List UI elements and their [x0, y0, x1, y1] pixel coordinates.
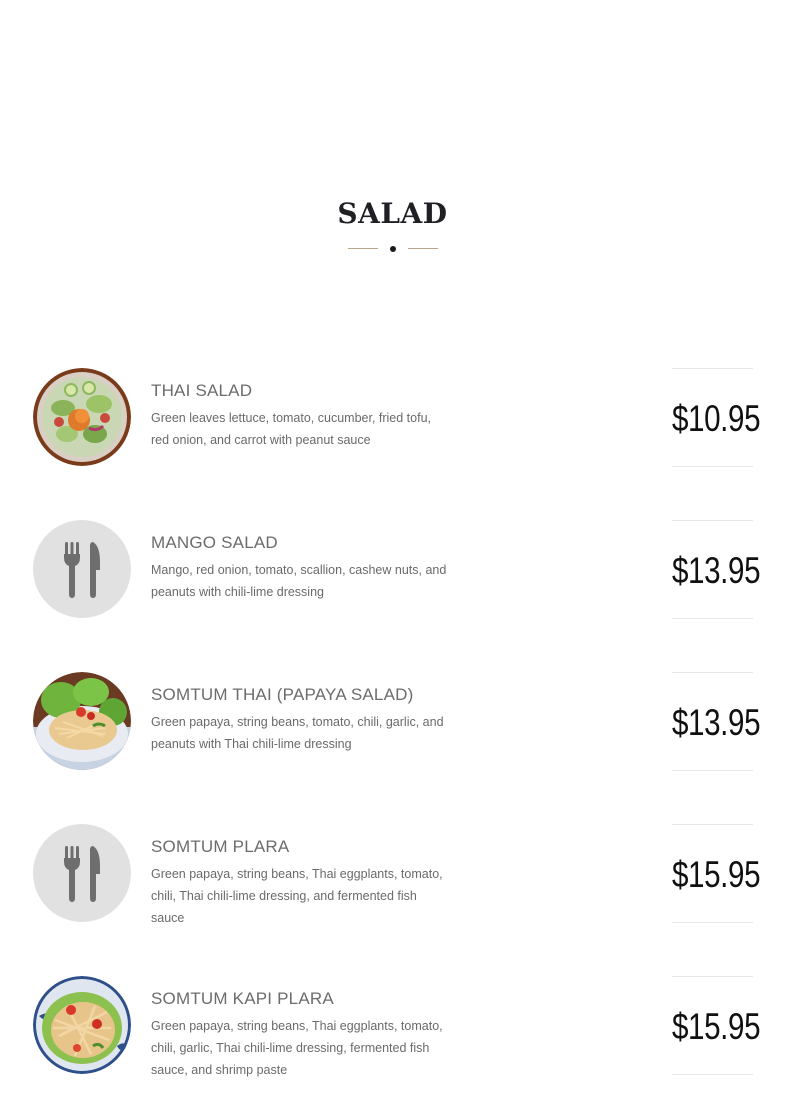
price-divider-top — [672, 824, 753, 825]
menu-item-somtum-plara[interactable]: SOMTUM PLARA Green papaya, string beans,… — [0, 824, 785, 925]
price-divider-bottom — [672, 618, 753, 619]
papaya-salad-photo — [33, 672, 131, 770]
somtum-kapi-photo — [33, 976, 131, 1074]
section-title: SALAD — [337, 197, 448, 230]
thai-salad-photo — [33, 368, 131, 466]
item-description: Green papaya, string beans, Thai eggplan… — [151, 867, 443, 925]
price-divider-bottom — [672, 1074, 753, 1075]
price-divider-top — [672, 976, 753, 977]
item-price: $15.95 — [672, 854, 761, 895]
item-price: $13.95 — [672, 702, 761, 743]
menu-item-somtum-thai[interactable]: SOMTUM THAI (PAPAYA SALAD) Green papaya,… — [0, 672, 785, 772]
item-price: $10.95 — [672, 398, 761, 439]
menu-item-somtum-kapi-plara[interactable]: SOMTUM KAPI PLARA Green papaya, string b… — [0, 976, 785, 1077]
item-name: SOMTUM KAPI PLARA — [151, 989, 334, 1008]
item-name: MANGO SALAD — [151, 533, 278, 552]
item-description: Green leaves lettuce, tomato, cucumber, … — [151, 411, 432, 447]
item-name: THAI SALAD — [151, 381, 253, 400]
menu-item-thai-salad[interactable]: THAI SALAD Green leaves lettuce, tomato,… — [0, 368, 785, 468]
price-divider-bottom — [672, 466, 753, 467]
price-divider-bottom — [672, 770, 753, 771]
item-price: $13.95 — [672, 550, 761, 591]
item-name: SOMTUM PLARA — [151, 837, 290, 856]
item-price: $15.95 — [672, 1006, 761, 1047]
price-divider-top — [672, 520, 753, 521]
menu-item-mango-salad[interactable]: MANGO SALAD Mango, red onion, tomato, sc… — [0, 520, 785, 620]
item-description: Green papaya, string beans, Thai eggplan… — [151, 1019, 443, 1077]
fork-knife-icon — [33, 520, 131, 618]
item-name: SOMTUM THAI (PAPAYA SALAD) — [151, 685, 414, 704]
item-description: Green papaya, string beans, tomato, chil… — [151, 715, 444, 751]
price-divider-top — [672, 672, 753, 673]
price-divider-top — [672, 368, 753, 369]
item-description: Mango, red onion, tomato, scallion, cash… — [151, 563, 447, 599]
price-divider-bottom — [672, 922, 753, 923]
title-divider — [348, 244, 438, 254]
fork-knife-icon — [33, 824, 131, 922]
